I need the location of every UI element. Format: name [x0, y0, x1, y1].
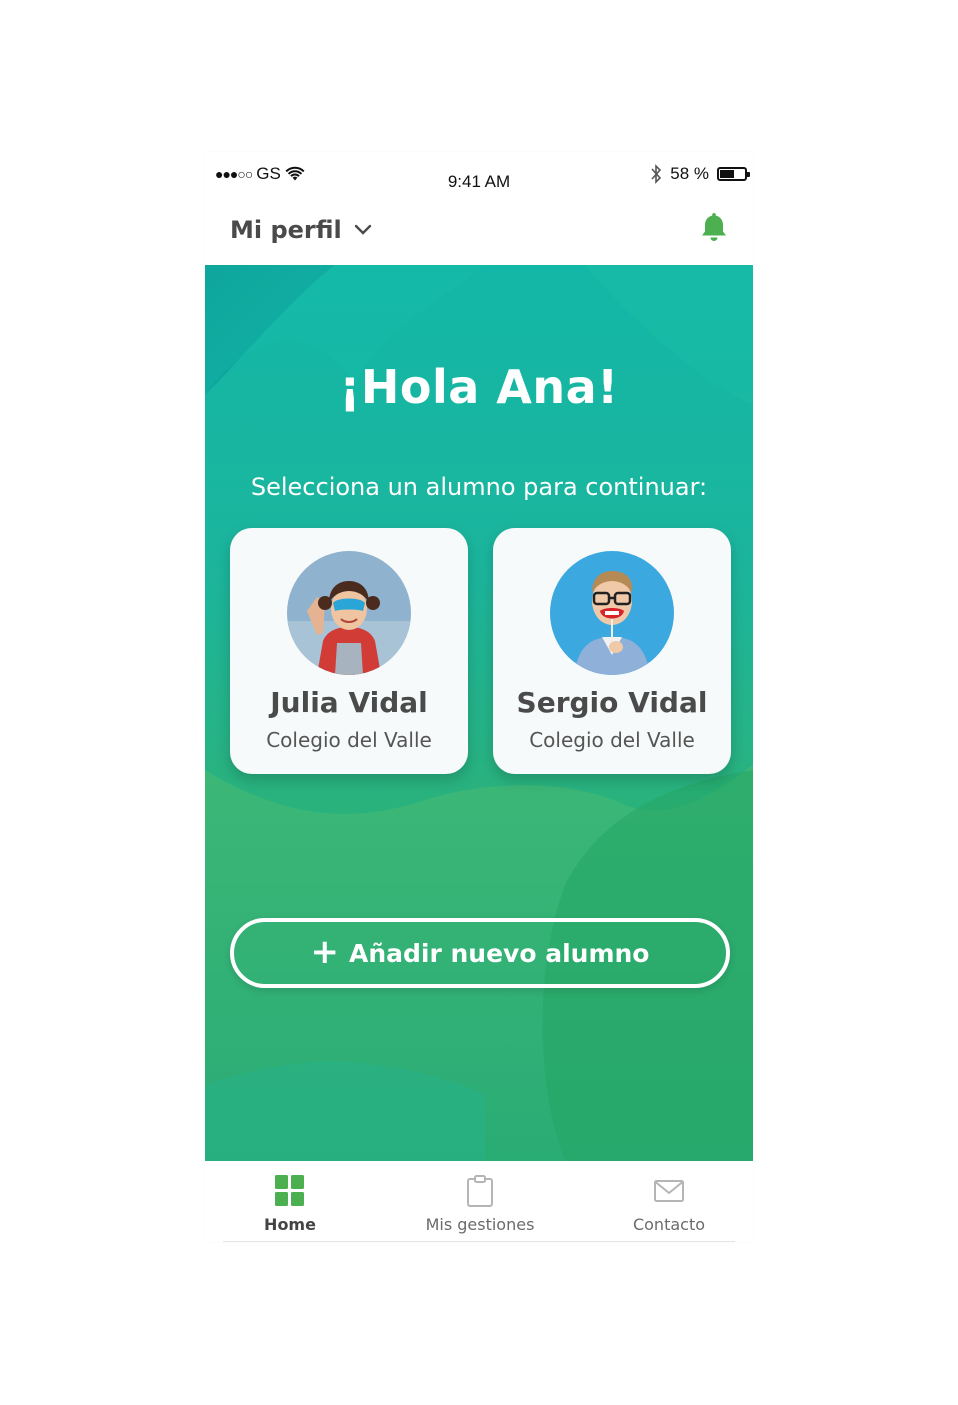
- profile-label: Mi perfil: [230, 216, 342, 244]
- tab-label: Contacto: [632, 1215, 706, 1234]
- student-photo-sergio: [550, 551, 674, 675]
- grid-icon: [275, 1175, 304, 1206]
- student-name: Julia Vidal: [270, 686, 428, 719]
- tab-label: Mis gestiones: [425, 1215, 535, 1234]
- tab-contacto[interactable]: Contacto: [579, 1161, 753, 1242]
- phone-screen: ●●●○○ GS 9:41 AM 58 % Mi perfil ¡Hola An…: [205, 152, 753, 1242]
- avatar: [550, 551, 674, 675]
- add-student-label: Añadir nuevo alumno: [348, 938, 650, 968]
- battery-level: [720, 170, 734, 178]
- tab-label: Home: [264, 1215, 316, 1234]
- clipboard-icon: [467, 1175, 493, 1207]
- greeting-title: ¡Hola Ana!: [339, 360, 619, 414]
- status-right: 58 %: [650, 164, 750, 184]
- student-photo-julia: [287, 551, 411, 675]
- avatar: [287, 551, 411, 675]
- profile-menu-button[interactable]: Mi perfil: [230, 216, 372, 244]
- student-card-julia[interactable]: Julia Vidal Colegio del Valle: [230, 528, 468, 774]
- mail-icon: [654, 1180, 684, 1202]
- student-card-sergio[interactable]: Sergio Vidal Colegio del Valle: [493, 528, 731, 774]
- add-student-button[interactable]: + Añadir nuevo alumno: [230, 918, 730, 988]
- chevron-down-icon: [354, 224, 371, 235]
- tab-mis-gestiones[interactable]: Mis gestiones: [390, 1161, 570, 1242]
- status-bar: ●●●○○ GS 9:41 AM 58 %: [205, 152, 753, 202]
- student-name: Sergio Vidal: [516, 686, 708, 719]
- select-student-prompt: Selecciona un alumno para continuar:: [250, 473, 708, 501]
- tab-home[interactable]: Home: [205, 1161, 380, 1242]
- bell-icon[interactable]: [697, 210, 731, 244]
- bluetooth-icon: [651, 164, 662, 184]
- student-school: Colegio del Valle: [266, 728, 432, 752]
- plus-icon: +: [310, 931, 339, 972]
- app-header: Mi perfil: [205, 202, 753, 265]
- hero-section: ¡Hola Ana! Selecciona un alumno para con…: [205, 265, 753, 1161]
- battery-percent: 58 %: [670, 164, 709, 183]
- tab-bar: Home Mis gestiones Contacto: [205, 1161, 753, 1242]
- battery-icon: [717, 167, 750, 181]
- divider: [223, 1241, 735, 1242]
- student-school: Colegio del Valle: [529, 728, 695, 752]
